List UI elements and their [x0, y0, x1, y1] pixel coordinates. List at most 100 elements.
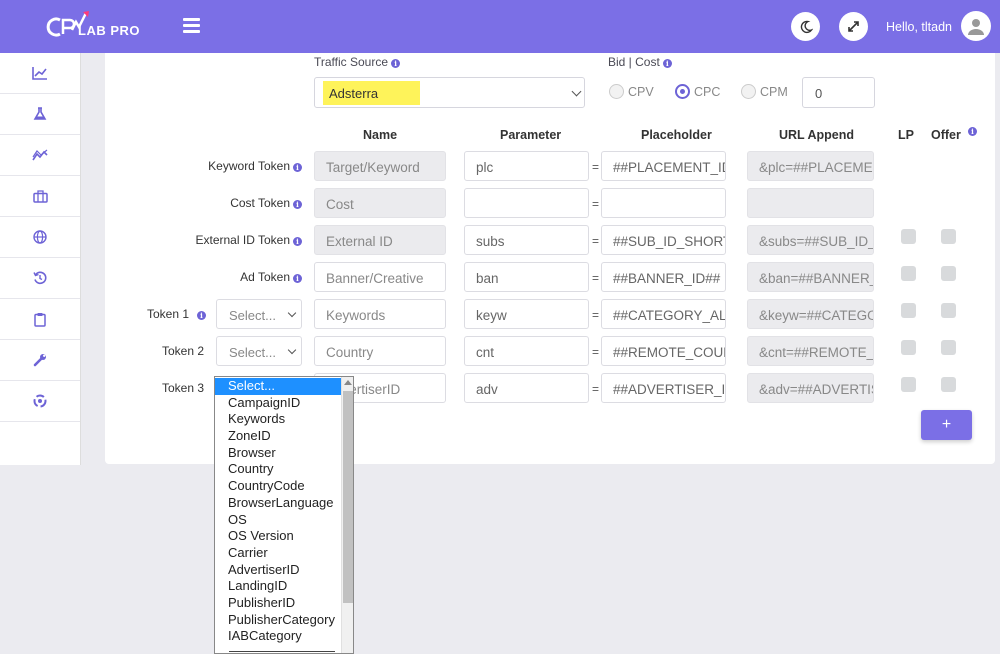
chevron-down-icon	[287, 308, 297, 318]
external-id-name-field[interactable]: External ID	[314, 225, 446, 255]
ad-name-field[interactable]: Banner/Creative	[314, 262, 446, 292]
token-1-lp-checkbox[interactable]	[901, 303, 916, 318]
traffic-source-select[interactable]: Adsterra	[314, 77, 585, 108]
column-header-url-append: URL Append	[779, 128, 854, 142]
keyword-placeholder-field[interactable]: ##PLACEMENT_ID##	[601, 151, 726, 181]
scrollbar-thumb[interactable]	[343, 391, 353, 603]
token-1-offer-checkbox[interactable]	[941, 303, 956, 318]
keyword-token-label: Keyword Token i	[200, 159, 302, 173]
token-1-parameter-field[interactable]: keyw	[464, 299, 589, 329]
dropdown-option[interactable]: Keywords	[215, 411, 342, 428]
trend-icon	[32, 149, 48, 161]
add-token-button[interactable]: +	[921, 410, 972, 440]
menu-icon[interactable]	[183, 18, 200, 33]
column-header-offer: Offer	[931, 128, 961, 142]
dropdown-option[interactable]: CountryCode	[215, 478, 342, 495]
external-id-parameter-field[interactable]: subs	[464, 225, 589, 255]
sidebar-item-trends[interactable]	[0, 135, 80, 176]
dropdown-option[interactable]: IABCategory	[215, 628, 342, 645]
sidebar-item-lab[interactable]	[0, 94, 80, 135]
token-3-lp-checkbox[interactable]	[901, 377, 916, 392]
sidebar-item-tools[interactable]	[0, 340, 80, 381]
dropdown-option[interactable]: CampaignID	[215, 395, 342, 412]
external-id-placeholder-field[interactable]: ##SUB_ID_SHORT##	[601, 225, 726, 255]
wrench-icon	[33, 354, 46, 367]
token-1-url-append-field: &keyw=##CATEGORY_ALIAS##	[747, 299, 874, 329]
cost-parameter-field[interactable]	[464, 188, 589, 218]
token-1-placeholder-field[interactable]: ##CATEGORY_ALIAS##	[601, 299, 726, 329]
cost-placeholder-field[interactable]	[601, 188, 726, 218]
ad-url-append-field: &ban=##BANNER_ID##	[747, 262, 874, 292]
moon-icon	[800, 20, 813, 33]
cost-name-field[interactable]: Cost	[314, 188, 446, 218]
target-icon	[33, 394, 47, 408]
dropdown-option[interactable]: ZoneID	[215, 428, 342, 445]
token-2-parameter-field[interactable]: cnt	[464, 336, 589, 366]
dropdown-option[interactable]: PublisherCategory	[215, 612, 342, 629]
logo-text: LAB PRO	[78, 23, 140, 38]
ad-lp-checkbox[interactable]	[901, 266, 916, 281]
info-icon[interactable]: i	[293, 163, 302, 172]
cpm-radio[interactable]	[741, 84, 756, 99]
dropdown-option[interactable]: OS	[215, 512, 342, 529]
info-icon[interactable]: i	[391, 59, 401, 68]
token-2-lp-checkbox[interactable]	[901, 340, 916, 355]
dropdown-option[interactable]: Select...	[215, 378, 342, 395]
dropdown-option[interactable]: Country	[215, 461, 342, 478]
external-id-url-append-field: &subs=##SUB_ID_SHORT##	[747, 225, 874, 255]
token-3-offer-checkbox[interactable]	[941, 377, 956, 392]
ad-placeholder-field[interactable]: ##BANNER_ID##	[601, 262, 726, 292]
token-3-dropdown[interactable]: Select... CampaignID Keywords ZoneID Browser…	[214, 376, 354, 654]
dropdown-option[interactable]: Browser	[215, 445, 342, 462]
info-icon[interactable]: i	[662, 59, 672, 68]
keyword-name-field[interactable]: Target/Keyword	[314, 151, 446, 181]
token-2-label: Token 2	[161, 344, 204, 358]
cpv-radio[interactable]	[609, 84, 624, 99]
dropdown-option[interactable]: Carrier	[215, 545, 342, 562]
avatar[interactable]	[961, 11, 991, 41]
sidebar-item-support[interactable]	[0, 381, 80, 422]
scroll-up-icon[interactable]	[344, 380, 352, 385]
token-1-select[interactable]: Select...	[216, 299, 302, 329]
page-background	[0, 465, 1000, 654]
ad-parameter-field[interactable]: ban	[464, 262, 589, 292]
dropdown-option[interactable]: AdvertiserID	[215, 562, 342, 579]
fullscreen-button[interactable]	[839, 12, 868, 41]
dropdown-option[interactable]: BrowserLanguage	[215, 495, 342, 512]
keyword-parameter-field[interactable]: plc	[464, 151, 589, 181]
ad-offer-checkbox[interactable]	[941, 266, 956, 281]
chevron-down-icon	[571, 86, 582, 97]
sidebar	[0, 53, 81, 465]
cost-token-label: Cost Token i	[200, 196, 302, 210]
sidebar-item-offers[interactable]	[0, 176, 80, 217]
external-id-lp-checkbox[interactable]	[901, 229, 916, 244]
token-3-parameter-field[interactable]: adv	[464, 373, 589, 403]
sidebar-item-reports[interactable]	[0, 299, 80, 340]
dropdown-scrollbar[interactable]	[341, 377, 353, 653]
cpv-label: CPV	[628, 85, 654, 99]
token-1-name-field[interactable]: Keywords	[314, 299, 446, 329]
info-icon[interactable]: i	[197, 311, 206, 320]
token-2-placeholder-field[interactable]: ##REMOTE_COUNTRY##	[601, 336, 726, 366]
sidebar-item-history[interactable]	[0, 258, 80, 299]
dark-mode-button[interactable]	[791, 12, 820, 41]
token-2-select[interactable]: Select...	[216, 336, 302, 366]
sidebar-item-traffic[interactable]	[0, 217, 80, 258]
info-icon[interactable]: i	[293, 200, 302, 209]
sidebar-item-dashboard[interactable]	[0, 53, 80, 94]
token-3-placeholder-field[interactable]: ##ADVERTISER_ID##	[601, 373, 726, 403]
token-2-offer-checkbox[interactable]	[941, 340, 956, 355]
greeting: Hello, tltadn	[886, 20, 953, 34]
bid-value-input[interactable]: 0	[802, 77, 875, 108]
dropdown-option[interactable]: PublisherID	[215, 595, 342, 612]
info-icon[interactable]: i	[968, 127, 977, 136]
globe-icon	[33, 230, 47, 244]
info-icon[interactable]: i	[293, 274, 302, 283]
info-icon[interactable]: i	[293, 237, 302, 246]
token-2-name-field[interactable]: Country	[314, 336, 446, 366]
external-id-offer-checkbox[interactable]	[941, 229, 956, 244]
cpc-radio[interactable]	[675, 84, 690, 99]
dropdown-option[interactable]: OS Version	[215, 528, 342, 545]
dropdown-option[interactable]: LandingID	[215, 578, 342, 595]
column-header-lp: LP	[898, 128, 914, 142]
